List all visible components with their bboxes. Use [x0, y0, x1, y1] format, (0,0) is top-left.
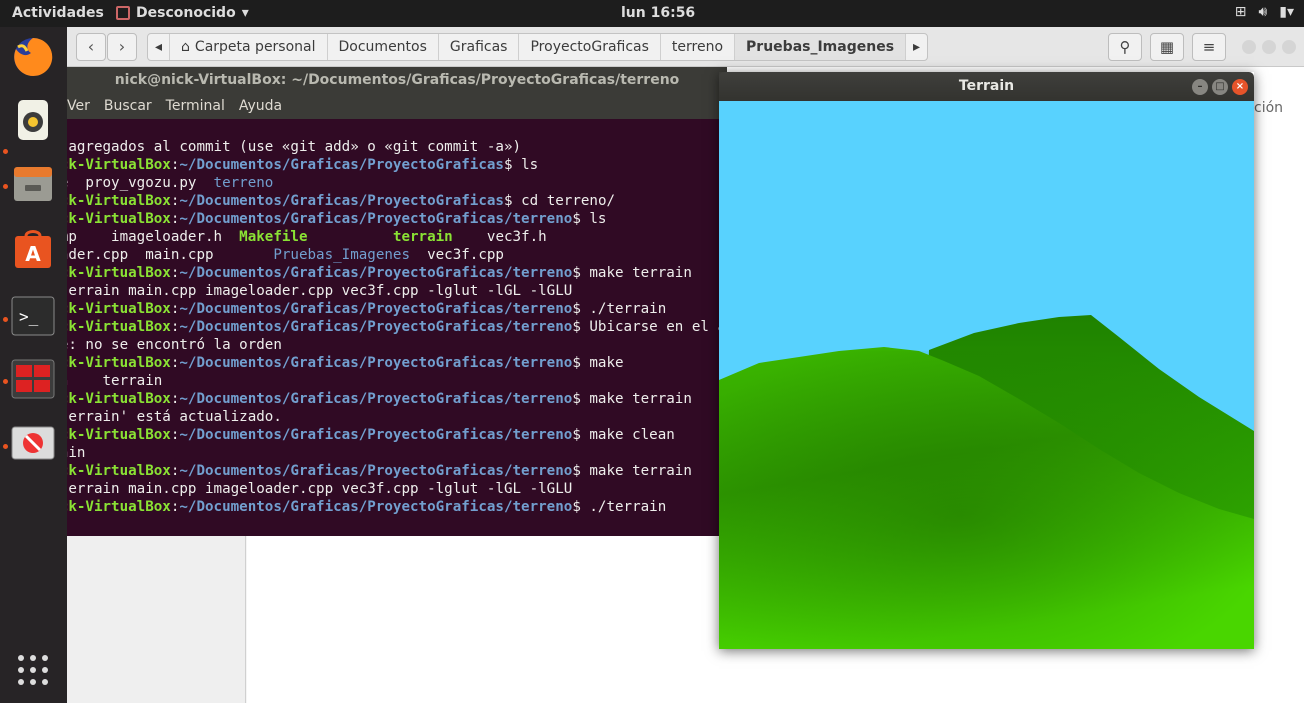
- terminal-line: imageloader.cpp main.cpp Pruebas_Imagene…: [67, 247, 504, 263]
- terrain-render[interactable]: [719, 101, 1254, 649]
- close-button[interactable]: [1282, 40, 1296, 54]
- running-indicator: [3, 149, 8, 154]
- grid-icon: ▦: [1159, 38, 1175, 56]
- terminal-line: nick@nick-VirtualBox:~/Documentos/Grafic…: [67, 157, 539, 173]
- terminal-line: nick@nick-VirtualBox:~/Documentos/Grafic…: [67, 463, 692, 479]
- chevron-down-icon: ▾: [241, 5, 249, 21]
- terminal-line: nick@nick-VirtualBox:~/Documentos/Grafic…: [67, 499, 667, 515]
- terminal-menubar: Ver Buscar Terminal Ayuda: [67, 93, 727, 119]
- terminal-line: rm clean terrain: [67, 373, 163, 389]
- partial-label: ción: [1254, 100, 1284, 116]
- system-tray[interactable]: ⊞ 🔊︎ ▮▾: [1235, 4, 1294, 20]
- terminal-line: make: 'terrain' está actualizado.: [67, 409, 282, 425]
- search-button[interactable]: ⚲: [1108, 33, 1142, 61]
- terminal-title: nick@nick-VirtualBox: ~/Documentos/Grafi…: [67, 67, 727, 93]
- forward-button[interactable]: ›: [107, 33, 137, 61]
- terminal-line: nick@nick-VirtualBox:~/Documentos/Grafic…: [67, 391, 692, 407]
- file-manager-header: ‹ › ◂ ⌂ Carpeta personal Documentos Grafi…: [67, 27, 1304, 67]
- terminal-line: nick@nick-VirtualBox:~/Documentos/Grafic…: [67, 265, 692, 281]
- terminal-line: nick@nick-VirtualBox:~/Documentos/Grafic…: [67, 301, 667, 317]
- app-grid-icon[interactable]: [10, 647, 56, 693]
- menu-buscar[interactable]: Buscar: [104, 93, 152, 119]
- maximize-button[interactable]: □: [1212, 79, 1228, 95]
- files-icon[interactable]: [10, 161, 56, 207]
- terminal-icon[interactable]: >_: [10, 293, 56, 339]
- app-menu-label: Desconocido: [136, 5, 236, 21]
- clock[interactable]: lun 16:56: [621, 5, 695, 21]
- breadcrumb-graficas[interactable]: Graficas: [439, 34, 520, 60]
- running-indicator: [3, 184, 8, 189]
- home-icon: ⌂: [181, 39, 190, 55]
- svg-text:>_: >_: [19, 307, 39, 326]
- svg-text:A: A: [25, 242, 41, 266]
- terminal-line: nick@nick-VirtualBox:~/Documentos/Grafic…: [67, 427, 675, 443]
- terminal-output: cambios agregados al commit (use «git ad…: [67, 138, 727, 516]
- terminal-line: rm terrain: [67, 445, 86, 461]
- activities-button[interactable]: Actividades: [12, 5, 104, 21]
- running-indicator: [3, 379, 8, 384]
- view-toggle-button[interactable]: ▦: [1150, 33, 1184, 61]
- network-icon[interactable]: ⊞: [1235, 4, 1247, 20]
- firefox-icon[interactable]: [10, 34, 56, 80]
- menu-terminal[interactable]: Terminal: [166, 93, 225, 119]
- volume-icon[interactable]: 🔊︎: [1258, 4, 1267, 20]
- terminal-line: g++ -o terrain main.cpp imageloader.cpp …: [67, 481, 573, 497]
- menu-ayuda[interactable]: Ayuda: [239, 93, 282, 119]
- terminal-line: Ubicarse: no se encontró la orden: [67, 337, 282, 353]
- breadcrumb-documentos[interactable]: Documentos: [328, 34, 439, 60]
- desktop: Actividades Desconocido ▾ lun 16:56 ⊞ 🔊︎…: [0, 0, 1304, 703]
- maximize-button[interactable]: [1262, 40, 1276, 54]
- running-indicator: [3, 444, 8, 449]
- terminal-line: g++ -o terrain main.cpp imageloader.cpp …: [67, 283, 573, 299]
- breadcrumb-right-arrow-icon[interactable]: ▸: [906, 34, 927, 60]
- breadcrumb-home[interactable]: ⌂ Carpeta personal: [170, 34, 328, 60]
- top-bar: Actividades Desconocido ▾ lun 16:56 ⊞ 🔊︎…: [0, 0, 1304, 27]
- close-button[interactable]: ×: [1232, 79, 1248, 95]
- minimize-button[interactable]: [1242, 40, 1256, 54]
- hamburger-icon: ≡: [1202, 38, 1216, 56]
- running-indicator: [3, 317, 8, 322]
- breadcrumb-left-arrow-icon[interactable]: ◂: [148, 34, 171, 60]
- terminal-line: nick@nick-VirtualBox:~/Documentos/Grafic…: [67, 355, 624, 371]
- terminal-line: image.bmp imageloader.h Makefile terrain…: [67, 229, 547, 245]
- rhythmbox-icon[interactable]: [10, 97, 56, 143]
- game-icon[interactable]: [10, 356, 56, 402]
- breadcrumb: ◂ ⌂ Carpeta personal Documentos Graficas …: [147, 33, 929, 61]
- blocked-icon[interactable]: [10, 420, 56, 466]
- terrain-title: Terrain: [958, 78, 1015, 94]
- dock: A >_: [0, 27, 67, 703]
- terminal-line: nick@nick-VirtualBox:~/Documentos/Grafic…: [67, 319, 727, 335]
- terminal-line: nick@nick-VirtualBox:~/Documentos/Grafic…: [67, 211, 607, 227]
- search-icon: ⚲: [1119, 38, 1131, 56]
- breadcrumb-terreno[interactable]: terreno: [661, 34, 736, 60]
- terminal-line: nick@nick-VirtualBox:~/Documentos/Grafic…: [67, 193, 616, 209]
- menu-ver[interactable]: Ver: [67, 93, 90, 119]
- terrain-titlebar[interactable]: Terrain – □ ×: [719, 72, 1254, 101]
- breadcrumb-pruebas-imagenes[interactable]: Pruebas_Imagenes: [735, 34, 907, 60]
- app-window-icon: [116, 6, 130, 20]
- back-button[interactable]: ‹: [76, 33, 106, 61]
- terminal-line: cambios agregados al commit (use «git ad…: [68, 139, 522, 155]
- breadcrumb-proyectograficas[interactable]: ProyectoGraficas: [519, 34, 661, 60]
- software-icon[interactable]: A: [10, 226, 56, 272]
- terrain-svg: [719, 315, 1254, 649]
- battery-icon[interactable]: ▮▾: [1279, 4, 1294, 20]
- menu-button[interactable]: ≡: [1192, 33, 1226, 61]
- terrain-window[interactable]: Terrain – □ ×: [719, 72, 1254, 649]
- minimize-button[interactable]: –: [1192, 79, 1208, 95]
- terminal-line: Makefile proy_vgozu.py terreno: [67, 175, 274, 191]
- app-menu[interactable]: Desconocido ▾: [116, 5, 249, 21]
- terminal-window[interactable]: nick@nick-VirtualBox: ~/Documentos/Grafi…: [67, 67, 727, 536]
